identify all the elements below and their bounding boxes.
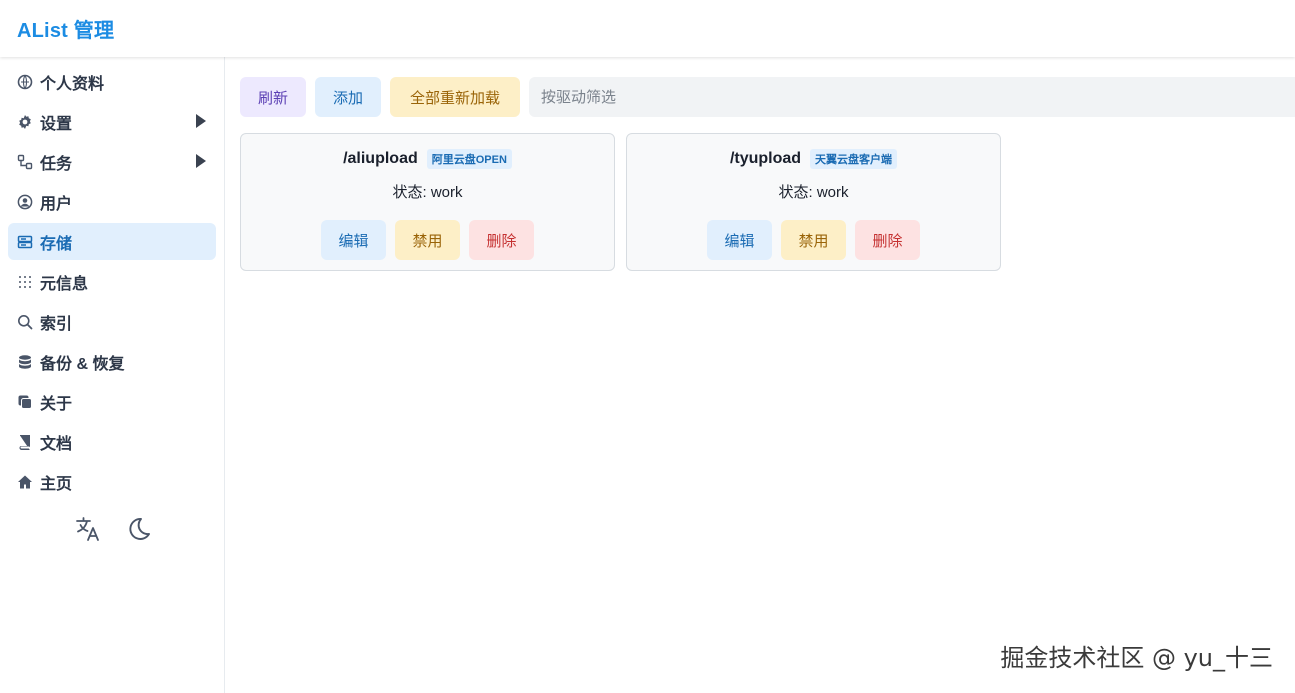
reload-all-button[interactable]: 全部重新加载 [390, 77, 520, 117]
search-icon [16, 313, 33, 330]
mount-path: /aliupload [343, 150, 418, 167]
expand-arrow-icon [196, 154, 206, 168]
sidebar-item-label: 索引 [40, 315, 73, 333]
sidebar-item-storage[interactable]: 存储 [8, 223, 216, 260]
tasks-icon [16, 153, 33, 170]
sidebar-item-backup-restore[interactable]: 备份 & 恢复 [8, 343, 216, 380]
sidebar: 个人资料 设置 任务 用户 存储 元信息 索引 备份 & 恢复 关于 文档 主页 [0, 57, 225, 693]
sidebar-item-index[interactable]: 索引 [8, 303, 216, 340]
storage-card: /tyupload 天翼云盘客户端 状态: work 编辑 禁用 删除 [626, 133, 1001, 271]
sidebar-item-label: 元信息 [40, 275, 89, 293]
delete-button[interactable]: 删除 [855, 220, 920, 260]
sidebar-item-tasks[interactable]: 任务 [8, 143, 216, 180]
delete-button[interactable]: 删除 [469, 220, 534, 260]
sidebar-item-docs[interactable]: 文档 [8, 423, 216, 460]
edit-button[interactable]: 编辑 [707, 220, 772, 260]
sidebar-item-label: 存储 [40, 235, 73, 253]
book-icon [16, 433, 33, 450]
sidebar-item-meta[interactable]: 元信息 [8, 263, 216, 300]
sidebar-item-label: 个人资料 [40, 75, 105, 93]
database-icon [16, 353, 33, 370]
user-icon [16, 193, 33, 210]
storage-icon [16, 233, 33, 250]
sidebar-tools [0, 515, 225, 543]
storage-status: 状态: work [392, 184, 463, 201]
expand-arrow-icon [196, 114, 206, 128]
storage-list: /aliupload 阿里云盘OPEN 状态: work 编辑 禁用 删除 /t… [240, 133, 1295, 271]
driver-badge: 阿里云盘OPEN [426, 149, 512, 169]
storage-status: 状态: work [778, 184, 849, 201]
sidebar-item-label: 文档 [40, 435, 73, 453]
sidebar-item-settings[interactable]: 设置 [8, 103, 216, 140]
moon-icon[interactable] [124, 515, 152, 543]
sidebar-item-profile[interactable]: 个人资料 [8, 63, 216, 100]
storage-actions: 编辑 禁用 删除 [707, 220, 920, 260]
sidebar-item-label: 备份 & 恢复 [40, 355, 125, 373]
sidebar-item-label: 关于 [40, 395, 73, 413]
app-header: AList 管理 [0, 0, 1295, 57]
app-title[interactable]: AList 管理 [17, 14, 114, 43]
meta-icon [16, 273, 33, 290]
mount-path: /tyupload [729, 150, 802, 167]
disable-button[interactable]: 禁用 [781, 220, 846, 260]
sidebar-item-label: 任务 [40, 155, 73, 173]
driver-filter-input[interactable] [529, 77, 1295, 117]
sidebar-item-home[interactable]: 主页 [8, 463, 216, 500]
edit-button[interactable]: 编辑 [321, 220, 386, 260]
sidebar-item-label: 设置 [40, 115, 73, 133]
gear-icon [16, 113, 33, 130]
storage-card: /aliupload 阿里云盘OPEN 状态: work 编辑 禁用 删除 [240, 133, 615, 271]
home-icon [16, 473, 33, 490]
sidebar-item-users[interactable]: 用户 [8, 183, 216, 220]
profile-icon [16, 73, 33, 90]
storage-title-row: /aliupload 阿里云盘OPEN [343, 149, 512, 169]
storage-actions: 编辑 禁用 删除 [321, 220, 534, 260]
translate-icon[interactable] [74, 515, 102, 543]
disable-button[interactable]: 禁用 [395, 220, 460, 260]
sidebar-item-about[interactable]: 关于 [8, 383, 216, 420]
driver-badge: 天翼云盘客户端 [810, 149, 898, 169]
add-button[interactable]: 添加 [315, 77, 381, 117]
storage-title-row: /tyupload 天翼云盘客户端 [729, 149, 898, 169]
refresh-button[interactable]: 刷新 [240, 77, 306, 117]
watermark: 掘金技术社区 @ yu_十三 [1000, 644, 1273, 672]
main-content: 刷新 添加 全部重新加载 /aliupload 阿里云盘OPEN 状态: wor… [240, 77, 1295, 271]
storage-toolbar: 刷新 添加 全部重新加载 [240, 77, 1295, 117]
sidebar-item-label: 用户 [40, 195, 73, 213]
about-icon [16, 393, 33, 410]
sidebar-item-label: 主页 [40, 475, 73, 493]
